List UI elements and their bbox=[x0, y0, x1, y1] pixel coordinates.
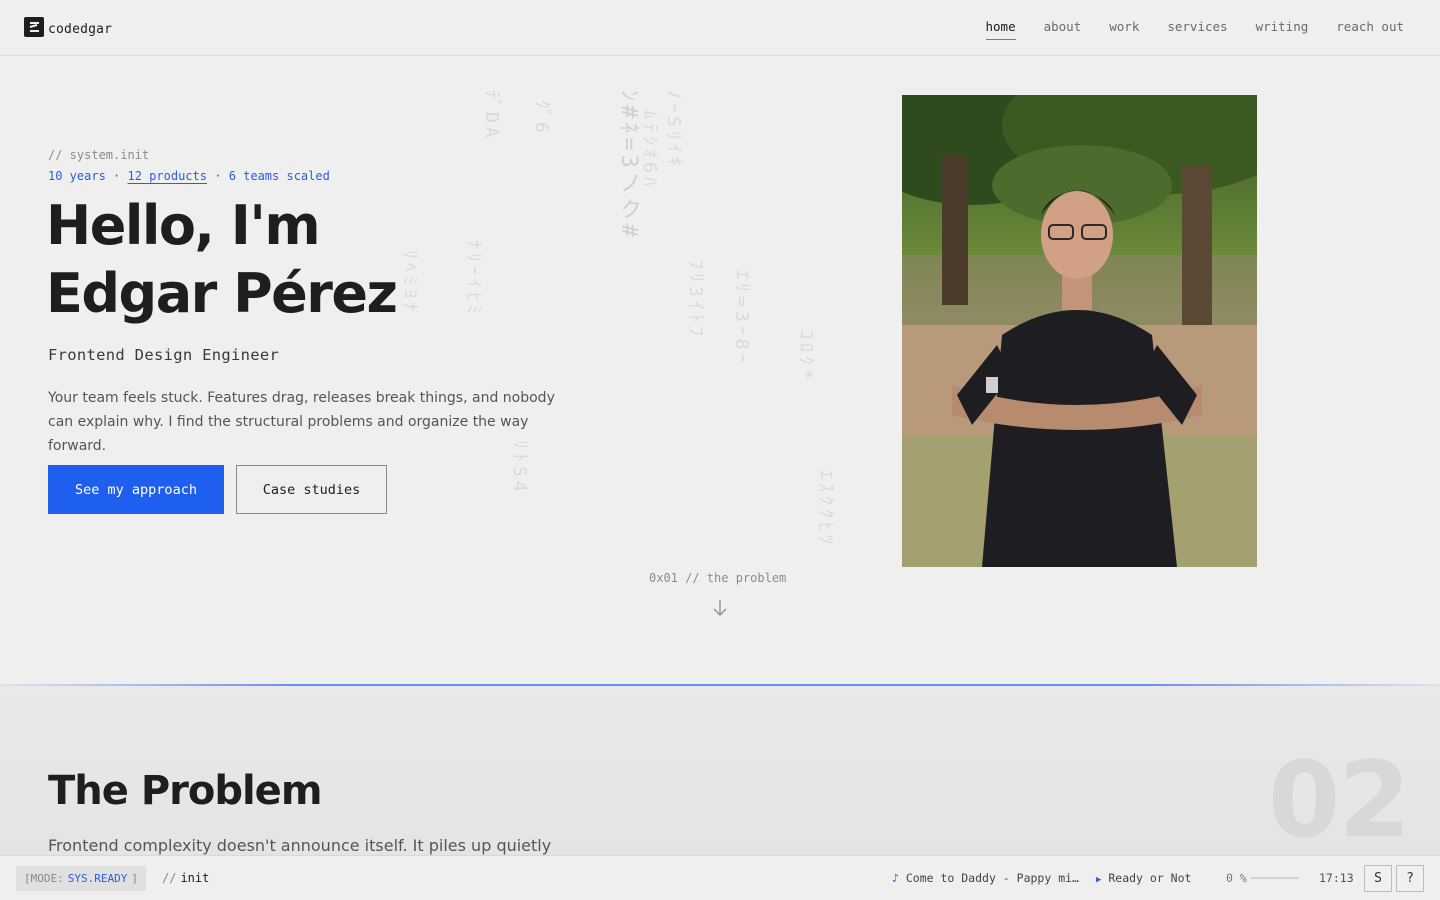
logo-icon bbox=[24, 17, 44, 41]
volume-readout: 0 % bbox=[1226, 871, 1247, 885]
hero-system-tag: // system.init bbox=[48, 148, 150, 162]
mode-label: [MODE: bbox=[24, 872, 64, 885]
nav-item-writing[interactable]: writing bbox=[1256, 19, 1309, 40]
stat-years: 10 years bbox=[48, 169, 106, 183]
brand-name: codedgar bbox=[48, 21, 113, 37]
background-glyph-column: ﾌﾘ3ｲﾄﾌ bbox=[685, 260, 706, 340]
section-number: 02 bbox=[1268, 739, 1411, 861]
nav-item-services[interactable]: services bbox=[1167, 19, 1227, 40]
section-title: The Problem bbox=[48, 768, 322, 814]
brand-logo[interactable]: codedgar bbox=[24, 17, 112, 41]
crumb-value: init bbox=[180, 871, 210, 885]
hero-heading: Hello, I'm Edgar Pérez bbox=[46, 192, 398, 328]
background-glyph-column: ｴｽｸｸﾋﾂ bbox=[815, 470, 836, 548]
nav-item-home[interactable]: home bbox=[985, 19, 1016, 40]
help-button[interactable]: ? bbox=[1396, 865, 1424, 892]
stat-separator: · bbox=[113, 169, 121, 183]
track-title: Come to Daddy - Pappy mi… bbox=[905, 871, 1079, 885]
background-glyph-column: ﾘﾍﾐﾖﾅ bbox=[399, 250, 420, 315]
portrait-photo bbox=[902, 95, 1257, 567]
hero-greeting: Hello, I'm bbox=[46, 194, 321, 257]
background-glyph-column: ｸﾞ6 bbox=[531, 100, 552, 137]
background-glyph-column: ｴﾘ=3ｰ8ｰ bbox=[731, 270, 752, 367]
see-approach-button[interactable]: See my approach bbox=[48, 465, 224, 514]
main-nav: home about work services writing reach o… bbox=[985, 19, 1404, 40]
hero-name: Edgar Pérez bbox=[46, 262, 398, 325]
stat-products-link[interactable]: 12 products bbox=[128, 169, 207, 183]
hero-role: Frontend Design Engineer bbox=[48, 346, 280, 364]
mode-close: ] bbox=[131, 872, 138, 885]
background-glyph-column: ﾅﾘｰｲﾋﾐ bbox=[463, 240, 484, 318]
arrow-down-icon[interactable] bbox=[712, 598, 728, 622]
background-glyph-column: ﾉｰSﾘｲｷ bbox=[663, 90, 684, 170]
nav-item-work[interactable]: work bbox=[1109, 19, 1139, 40]
top-navigation-bar: codedgar home about work services writin… bbox=[0, 0, 1440, 56]
background-glyph-column: ﾑﾃｼｵ6ﾊ bbox=[639, 110, 660, 190]
stat-separator: · bbox=[214, 169, 222, 183]
background-glyph-column: ｺﾛｸ* bbox=[795, 330, 816, 384]
hero-stats: 10 years · 12 products · 6 teams scaled bbox=[48, 169, 330, 183]
volume-slider[interactable] bbox=[1251, 877, 1299, 879]
s-button[interactable]: S bbox=[1364, 865, 1392, 892]
crumb-prefix: // bbox=[162, 871, 177, 885]
background-glyph-column: ﾃﾞDA bbox=[481, 90, 502, 142]
mode-value: SYS.READY bbox=[67, 872, 128, 885]
game-title: Ready or Not bbox=[1108, 871, 1192, 885]
now-playing-track[interactable]: ♪ Come to Daddy - Pappy mi… bbox=[892, 871, 1079, 885]
hero-description: Your team feels stuck. Features drag, re… bbox=[48, 390, 555, 454]
nav-item-reach-out[interactable]: reach out bbox=[1336, 19, 1404, 40]
now-playing-game[interactable]: ▶ Ready or Not bbox=[1096, 871, 1191, 885]
mode-indicator: [MODE: SYS.READY ] bbox=[16, 866, 146, 891]
clock: 17:13 bbox=[1319, 871, 1354, 885]
case-studies-button[interactable]: Case studies bbox=[236, 465, 387, 514]
status-bar: [MODE: SYS.READY ] //init ♪ Come to Dadd… bbox=[0, 855, 1440, 900]
status-breadcrumb: //init bbox=[162, 871, 209, 885]
stat-teams: 6 teams scaled bbox=[228, 169, 330, 183]
section-intro: Frontend complexity doesn't announce its… bbox=[48, 836, 552, 855]
music-note-icon: ♪ bbox=[892, 871, 899, 885]
nav-item-about[interactable]: about bbox=[1044, 19, 1082, 40]
play-icon: ▶ bbox=[1096, 875, 1102, 885]
scroll-hint[interactable]: 0x01 // the problem bbox=[649, 571, 786, 585]
